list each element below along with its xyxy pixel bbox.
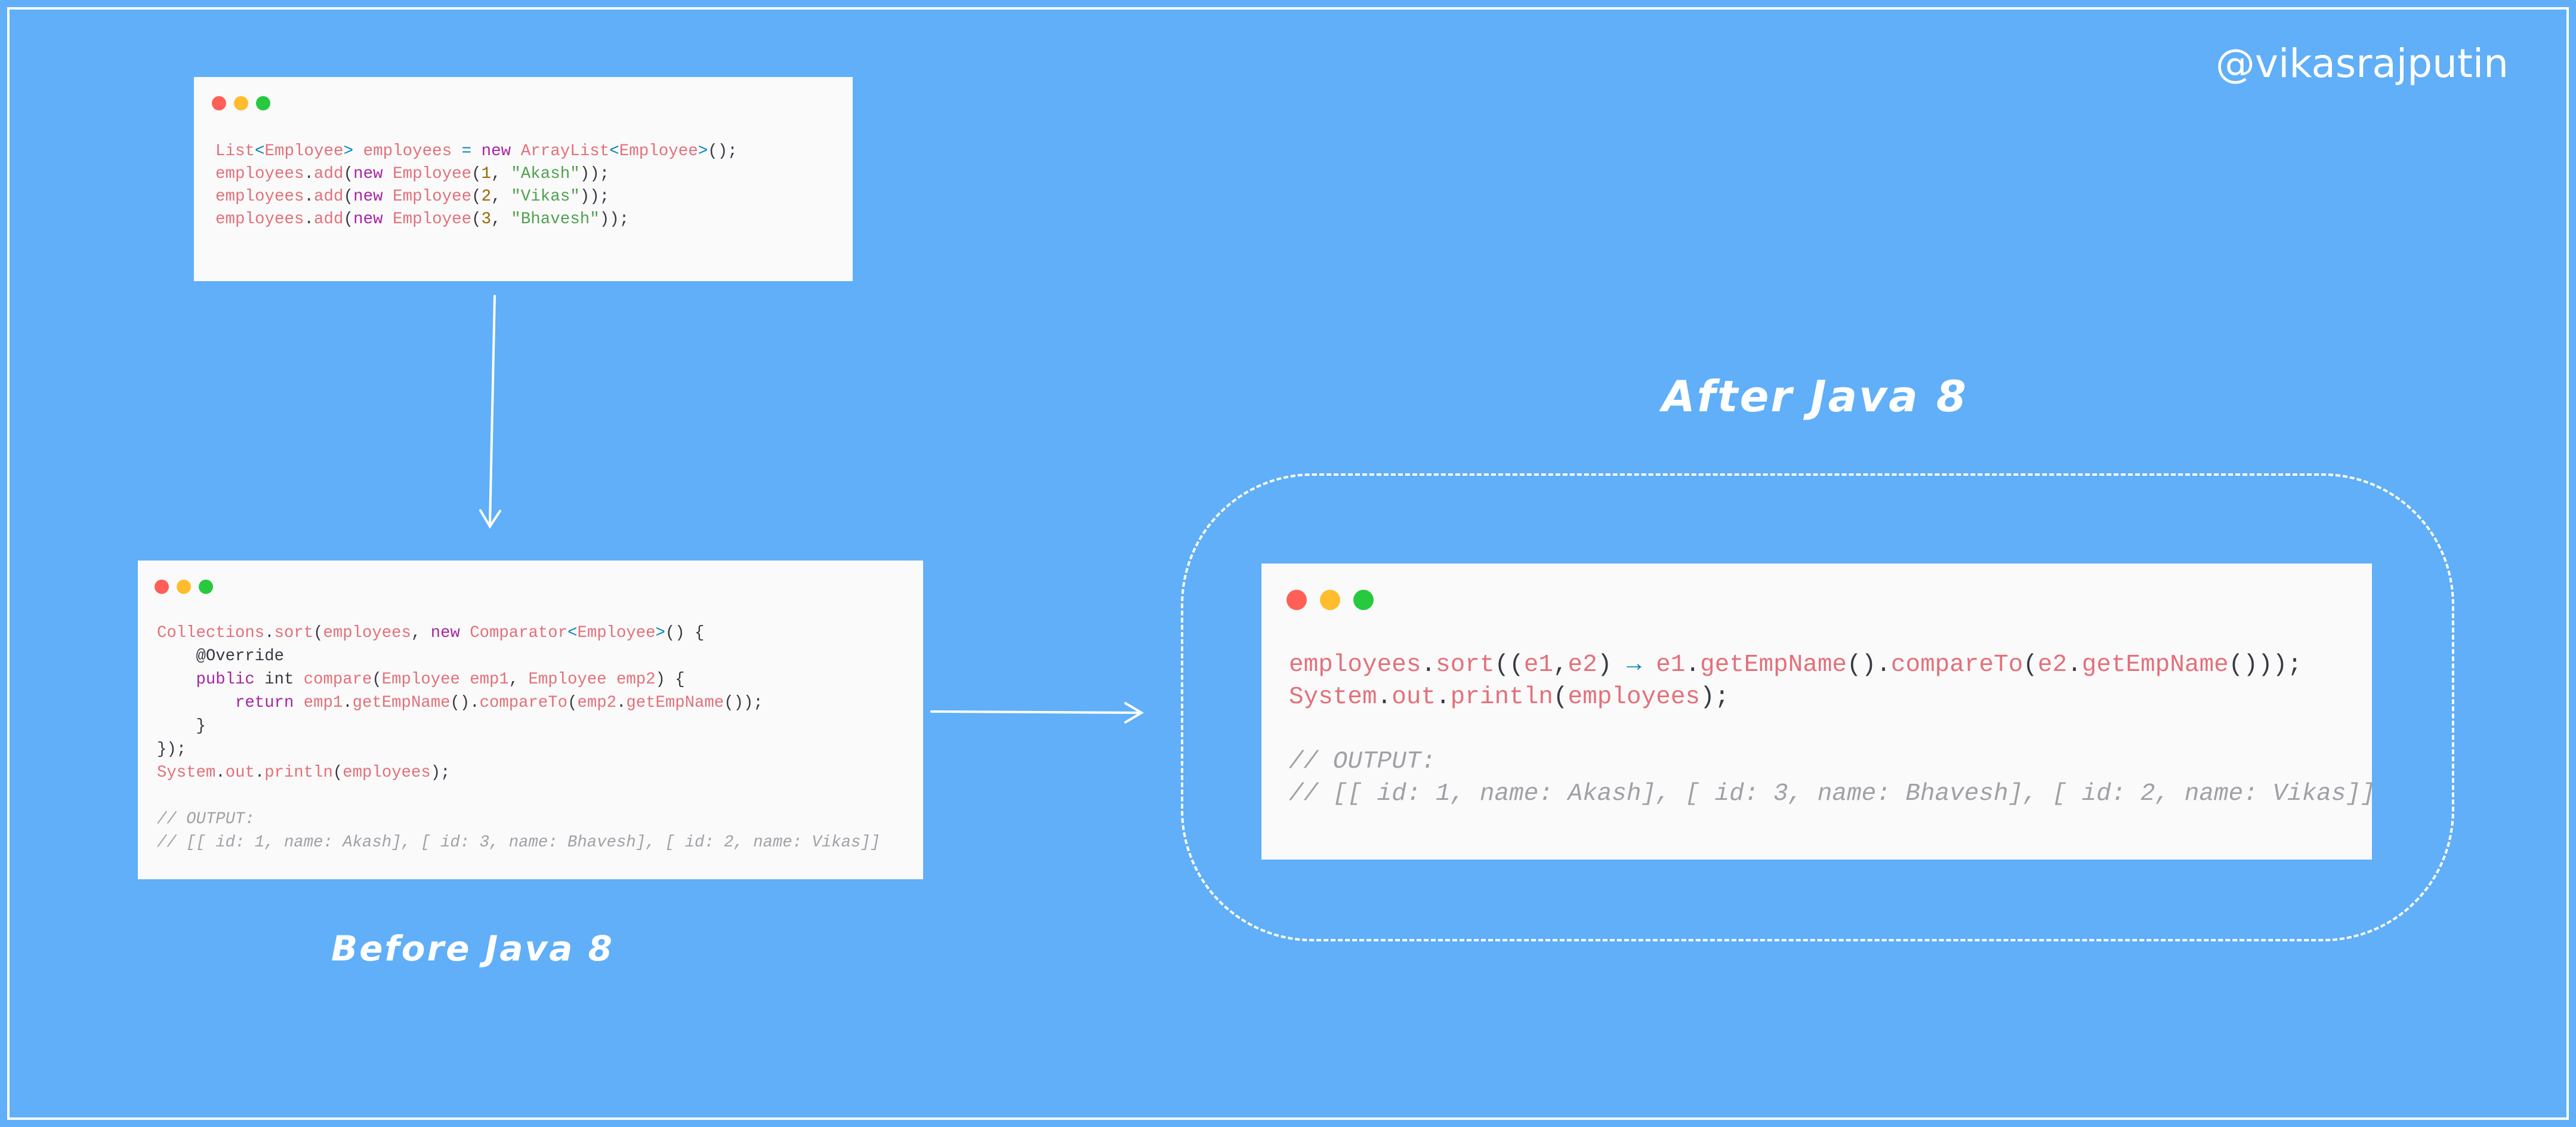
flow-arrows [479,295,1144,723]
arrow-down-icon [479,295,501,529]
arrow-right-icon [930,702,1144,723]
